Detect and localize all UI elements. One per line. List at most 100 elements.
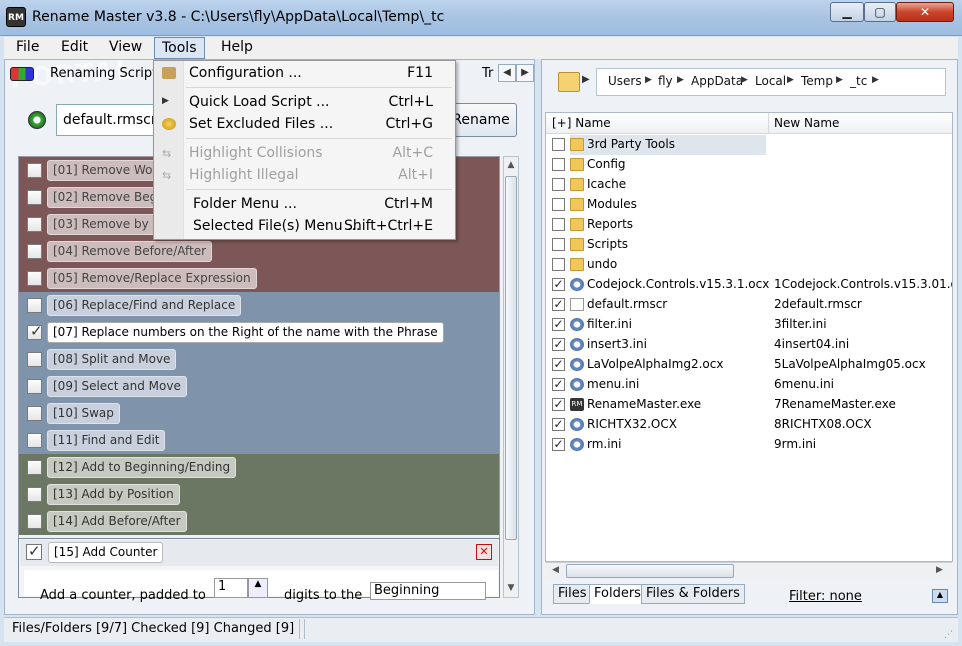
step-checkbox[interactable] (27, 271, 42, 286)
file-checkbox[interactable] (552, 178, 565, 191)
step-checkbox[interactable] (27, 379, 42, 394)
menu-item-selected-files-menu[interactable]: Selected File(s) Menu ... Shift+Ctrl+E (154, 215, 455, 237)
step-checkbox[interactable] (27, 298, 42, 313)
scroll-up-icon[interactable]: ▲ (504, 157, 518, 173)
tab-next-button[interactable]: ▶ (516, 64, 534, 82)
path-arrow-icon[interactable]: ▶ (582, 74, 590, 85)
file-checkbox[interactable] (552, 258, 565, 271)
step-checkbox[interactable] (27, 460, 42, 475)
file-row[interactable]: ✓ filter.ini 3filter.ini (546, 315, 952, 335)
minimize-button[interactable]: ▁ (830, 2, 864, 22)
menu-item-highlight-illegal[interactable]: ⇆ Highlight Illegal Alt+I (154, 164, 455, 186)
step-checkbox[interactable] (27, 487, 42, 502)
file-checkbox[interactable] (552, 198, 565, 211)
menu-item-quick-load-script[interactable]: ▶ Quick Load Script ... Ctrl+L (154, 91, 455, 113)
breadcrumb-separator-icon[interactable]: ▶ (872, 75, 879, 85)
breadcrumb-item[interactable]: _tc (850, 74, 867, 88)
close-button[interactable]: ✕ (896, 2, 954, 22)
step-row[interactable]: [04] Remove Before/After (19, 238, 499, 265)
breadcrumb-item[interactable]: Users (608, 74, 642, 88)
breadcrumb-separator-icon[interactable]: ▶ (741, 75, 748, 85)
breadcrumb-item[interactable]: Temp (801, 74, 833, 88)
file-checkbox[interactable]: ✓ (552, 358, 565, 371)
step-label[interactable]: [13] Add by Position (47, 484, 180, 505)
step-row[interactable]: [05] Remove/Replace Expression (19, 265, 499, 292)
file-checkbox[interactable] (552, 158, 565, 171)
file-checkbox[interactable]: ✓ (552, 418, 565, 431)
menu-tools[interactable]: Tools (154, 37, 205, 59)
file-row[interactable]: Scripts (546, 235, 952, 255)
breadcrumb-item[interactable]: Local (755, 74, 786, 88)
pad-digits-input[interactable]: 1 (214, 578, 248, 598)
file-row[interactable]: ✓ RM RenameMaster.exe 7RenameMaster.exe (546, 395, 952, 415)
step-row[interactable]: [11] Find and Edit (19, 427, 499, 454)
breadcrumb-item[interactable]: fly (658, 74, 673, 88)
step-label[interactable]: [05] Remove/Replace Expression (47, 268, 257, 289)
breadcrumb-item[interactable]: AppData (691, 74, 743, 88)
tab-prev-button[interactable]: ◀ (498, 64, 516, 82)
counter-step-label[interactable]: [15] Add Counter (48, 542, 164, 563)
file-row[interactable]: ✓ menu.ini 6menu.ini (546, 375, 952, 395)
step-label[interactable]: [06] Replace/Find and Replace (47, 295, 242, 316)
step-checkbox[interactable] (27, 244, 42, 259)
file-row[interactable]: Config (546, 155, 952, 175)
step-row[interactable]: [13] Add by Position (19, 481, 499, 508)
file-row[interactable]: Icache (546, 175, 952, 195)
menu-help[interactable]: Help (214, 37, 260, 59)
step-label[interactable]: [10] Swap (47, 403, 120, 424)
file-row[interactable]: ✓ rm.ini 9rm.ini (546, 435, 952, 455)
step-row[interactable]: [12] Add to Beginning/Ending (19, 454, 499, 481)
file-row[interactable]: ✓ insert3.ini 4insert04.ini (546, 335, 952, 355)
folder-up-icon[interactable] (558, 72, 580, 92)
step-label[interactable]: [07] Replace numbers on the Right of the… (47, 322, 444, 343)
scroll-left-icon[interactable]: ◀ (552, 565, 559, 575)
counter-step-checkbox[interactable]: ✓ (26, 542, 42, 560)
counter-position-select[interactable]: Beginning (370, 582, 486, 600)
step-row[interactable]: [14] Add Before/After (19, 508, 499, 535)
file-row[interactable]: ✓ default.rmscr 2default.rmscr (546, 295, 952, 315)
maximize-button[interactable]: ▢ (864, 2, 896, 22)
steps-scroll-thumb[interactable] (505, 176, 517, 540)
file-row[interactable]: ✓ Codejock.Controls.v15.3.1.ocx 1Codejock.… (546, 275, 952, 295)
close-icon[interactable]: ✕ (476, 544, 492, 560)
script-status-icon[interactable] (28, 111, 46, 129)
file-checkbox[interactable]: ✓ (552, 438, 565, 451)
column-header-new-name[interactable]: New Name (774, 116, 839, 130)
step-row[interactable]: [06] Replace/Find and Replace (19, 292, 499, 319)
step-checkbox[interactable] (27, 406, 42, 421)
step-row[interactable]: ✓ [07] Replace numbers on the Right of th… (19, 319, 499, 346)
filter-link[interactable]: Filter: none (789, 589, 862, 604)
step-label[interactable]: [01] Remove Wo (47, 160, 159, 181)
breadcrumb-separator-icon[interactable]: ▶ (677, 75, 684, 85)
step-label[interactable]: [09] Select and Move (47, 376, 187, 397)
step-label[interactable]: [14] Add Before/After (47, 511, 187, 532)
filter-icon[interactable]: ▲ (932, 589, 948, 603)
script-name-field[interactable]: default.rmscr (56, 104, 156, 136)
pad-digits-spinner[interactable]: ▲ (248, 578, 268, 598)
column-header-name[interactable]: [+] Name (552, 116, 611, 130)
breadcrumb-separator-icon[interactable]: ▶ (836, 75, 843, 85)
menu-item-configuration[interactable]: Configuration ... F11 (154, 62, 455, 84)
step-checkbox[interactable] (27, 217, 42, 232)
file-row[interactable]: Reports (546, 215, 952, 235)
menu-item-highlight-collisions[interactable]: ⇆ Highlight Collisions Alt+C (154, 142, 455, 164)
step-row[interactable]: [09] Select and Move (19, 373, 499, 400)
step-label[interactable]: [04] Remove Before/After (47, 241, 213, 262)
step-label[interactable]: [02] Remove Beg (47, 187, 164, 208)
tab-files[interactable]: Files (553, 584, 592, 604)
hscroll-thumb[interactable] (566, 564, 734, 578)
step-label[interactable]: [11] Find and Edit (47, 430, 166, 451)
step-checkbox[interactable] (27, 433, 42, 448)
file-checkbox[interactable] (552, 218, 565, 231)
file-checkbox[interactable]: ✓ (552, 318, 565, 331)
breadcrumb-separator-icon[interactable]: ▶ (787, 75, 794, 85)
step-checkbox[interactable] (27, 514, 42, 529)
file-checkbox[interactable]: ✓ (552, 378, 565, 391)
tab-folders[interactable]: Folders (589, 584, 646, 604)
breadcrumb-separator-icon[interactable]: ▶ (645, 75, 652, 85)
file-row[interactable]: ✓ RICHTX32.OCX 8RICHTX08.OCX (546, 415, 952, 435)
file-checkbox[interactable] (552, 238, 565, 251)
file-row[interactable]: 3rd Party Tools (546, 135, 952, 155)
script-tab-partial[interactable]: Tr (482, 66, 493, 81)
step-label[interactable]: [08] Split and Move (47, 349, 177, 370)
